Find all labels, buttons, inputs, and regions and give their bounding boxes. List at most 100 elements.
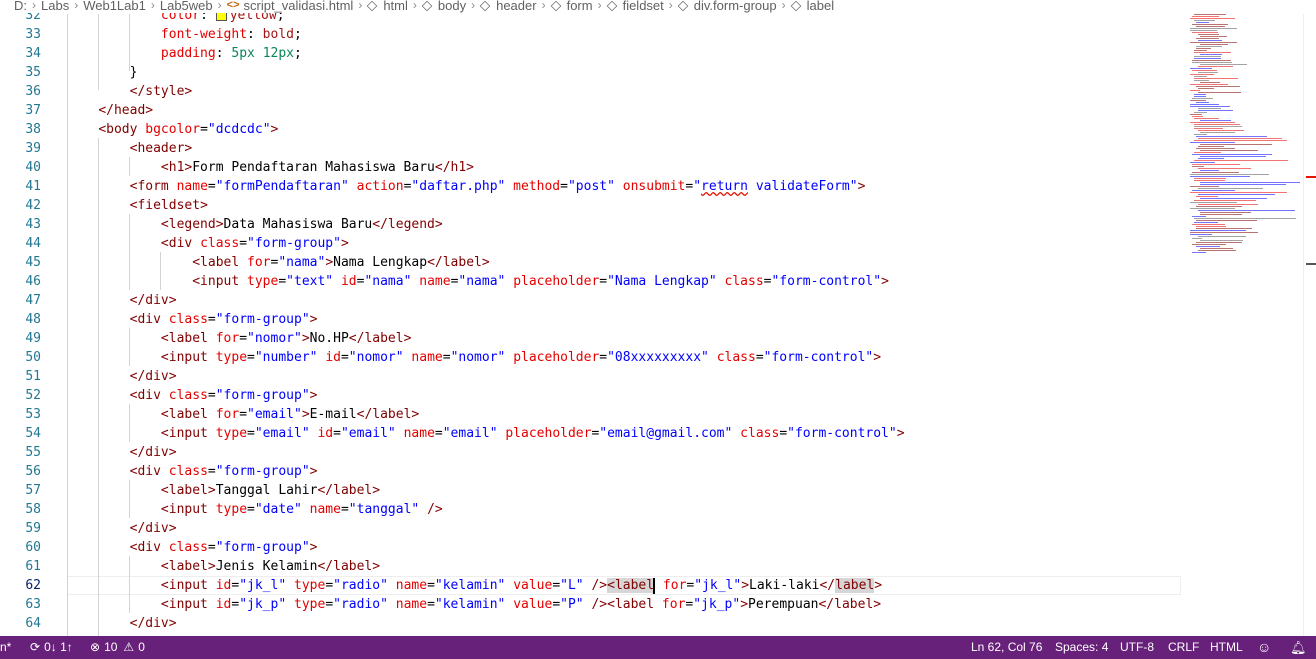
breadcrumb-item[interactable]: form <box>550 0 593 13</box>
code-text: <form name="formPendaftaran" action="daf… <box>67 177 866 196</box>
code-token: = <box>599 350 608 365</box>
element-icon <box>606 0 617 11</box>
minimap-line <box>1194 52 1231 53</box>
minimap-line <box>1194 76 1207 77</box>
code-text: <div class="form-group"> <box>67 538 318 557</box>
code-token: <input <box>160 502 208 517</box>
line-number: 55 <box>25 445 41 460</box>
error-icon: ⊗ <box>90 640 101 654</box>
breadcrumb-separator: › <box>471 0 476 12</box>
code-token: = <box>552 578 561 593</box>
code-token: " <box>693 179 702 194</box>
minimap-line <box>1194 56 1221 57</box>
breadcrumb-item[interactable]: fieldset <box>606 0 664 13</box>
branch-indicator[interactable]: n* <box>0 636 11 659</box>
feedback-icon: ☺ <box>1257 639 1272 655</box>
breadcrumb-item[interactable]: Labs <box>41 0 69 13</box>
code-text: <input type="text" id="nama" name="nama"… <box>67 272 889 291</box>
code-token: </label> <box>317 483 381 498</box>
code-token: placeholder <box>505 426 592 441</box>
feedback-button[interactable]: ☺ <box>1257 636 1271 659</box>
minimap-line <box>1198 158 1224 159</box>
minimap[interactable] <box>1186 14 1304 264</box>
minimap-line <box>1194 118 1219 119</box>
code-token: > <box>340 236 349 251</box>
minimap-line <box>1198 168 1251 169</box>
code-token: ; <box>294 46 302 61</box>
breadcrumb-item[interactable]: div.form-group <box>677 0 777 13</box>
encoding-selector[interactable]: UTF-8 <box>1120 636 1154 659</box>
code-text: <fieldset> <box>67 196 208 215</box>
breadcrumb-item[interactable]: Web1Lab1 <box>83 0 146 13</box>
language-mode-selector[interactable]: HTML <box>1210 636 1243 659</box>
code-token: > <box>873 350 882 365</box>
minimap-line <box>1200 36 1227 37</box>
breadcrumb-item[interactable]: html <box>367 0 408 13</box>
breadcrumb-item[interactable]: body <box>421 0 466 13</box>
code-token: = <box>278 274 287 289</box>
line-number: 49 <box>25 331 41 346</box>
code-token: <body <box>98 122 138 137</box>
minimap-line <box>1190 202 1237 203</box>
code-token: > <box>301 407 310 422</box>
problems-button[interactable]: ⊗ 10 ⚠ 0 <box>90 636 145 659</box>
code-token: "form-control" <box>763 350 874 365</box>
code-token: for <box>662 578 687 593</box>
sync-button[interactable]: ⟳ 0↓ 1↑ <box>30 636 73 659</box>
eol-selector[interactable]: CRLF <box>1168 636 1199 659</box>
code-token: </h1> <box>434 160 475 175</box>
code-text: </div> <box>67 519 177 538</box>
indentation-selector[interactable]: Spaces: 4 <box>1055 636 1108 659</box>
minimap-line <box>1200 198 1267 199</box>
line-number: 63 <box>25 597 41 612</box>
minimap-line <box>1192 16 1219 17</box>
breadcrumb-item[interactable]: D: <box>14 0 27 13</box>
code-token: padding <box>160 46 216 61</box>
minimap-line <box>1194 80 1209 81</box>
code-token: </div> <box>129 293 177 308</box>
code-text: <label for="nama">Nama Lengkap</label> <box>67 253 489 272</box>
code-token: type <box>247 274 279 289</box>
minimap-line <box>1190 232 1258 233</box>
code-token: = <box>779 426 788 441</box>
code-text: <label for="email">E-mail</label> <box>67 405 419 424</box>
vertical-scrollbar[interactable] <box>1303 14 1316 636</box>
cursor-position[interactable]: Ln 62, Col 76 <box>971 636 1042 659</box>
breadcrumb-item[interactable]: <> script_validasi.html <box>227 0 354 13</box>
code-token: "text" <box>286 274 334 289</box>
code-token: "formPendaftaran" <box>215 179 349 194</box>
line-number: 44 <box>25 236 41 251</box>
code-token: <fieldset> <box>129 198 208 213</box>
code-token: "kelamin" <box>434 597 506 612</box>
code-token: "email" <box>340 426 396 441</box>
scrollbar-position-marker <box>1306 263 1316 265</box>
notifications-button[interactable]: 🔔︎ <box>1290 636 1307 659</box>
minimap-line <box>1196 242 1242 243</box>
code-token: value <box>513 597 553 612</box>
code-token: <div <box>129 464 161 479</box>
code-token: = <box>207 312 216 327</box>
code-token: = <box>333 426 341 441</box>
minimap-line <box>1190 162 1215 163</box>
breadcrumb-item[interactable]: label <box>790 0 835 13</box>
breadcrumb-label: label <box>806 0 835 13</box>
minimap-line <box>1196 22 1209 23</box>
code-token: class <box>168 540 208 555</box>
code-token: "tanggal" <box>348 502 420 517</box>
code-text: <div class="form-group"> <box>67 386 318 405</box>
breadcrumb-item[interactable]: Lab5web <box>160 0 213 13</box>
element-icon <box>367 0 378 11</box>
minimap-line <box>1196 196 1218 197</box>
line-number: 57 <box>25 483 41 498</box>
breadcrumb-item[interactable]: header <box>479 0 537 13</box>
minimap-line <box>1192 224 1225 225</box>
minimap-line <box>1194 180 1225 181</box>
code-token: <label <box>607 578 655 593</box>
code-editor[interactable]: 32 color: yellow; 33 font-weight: bold; 34… <box>0 0 1316 636</box>
minimap-line <box>1190 106 1230 107</box>
